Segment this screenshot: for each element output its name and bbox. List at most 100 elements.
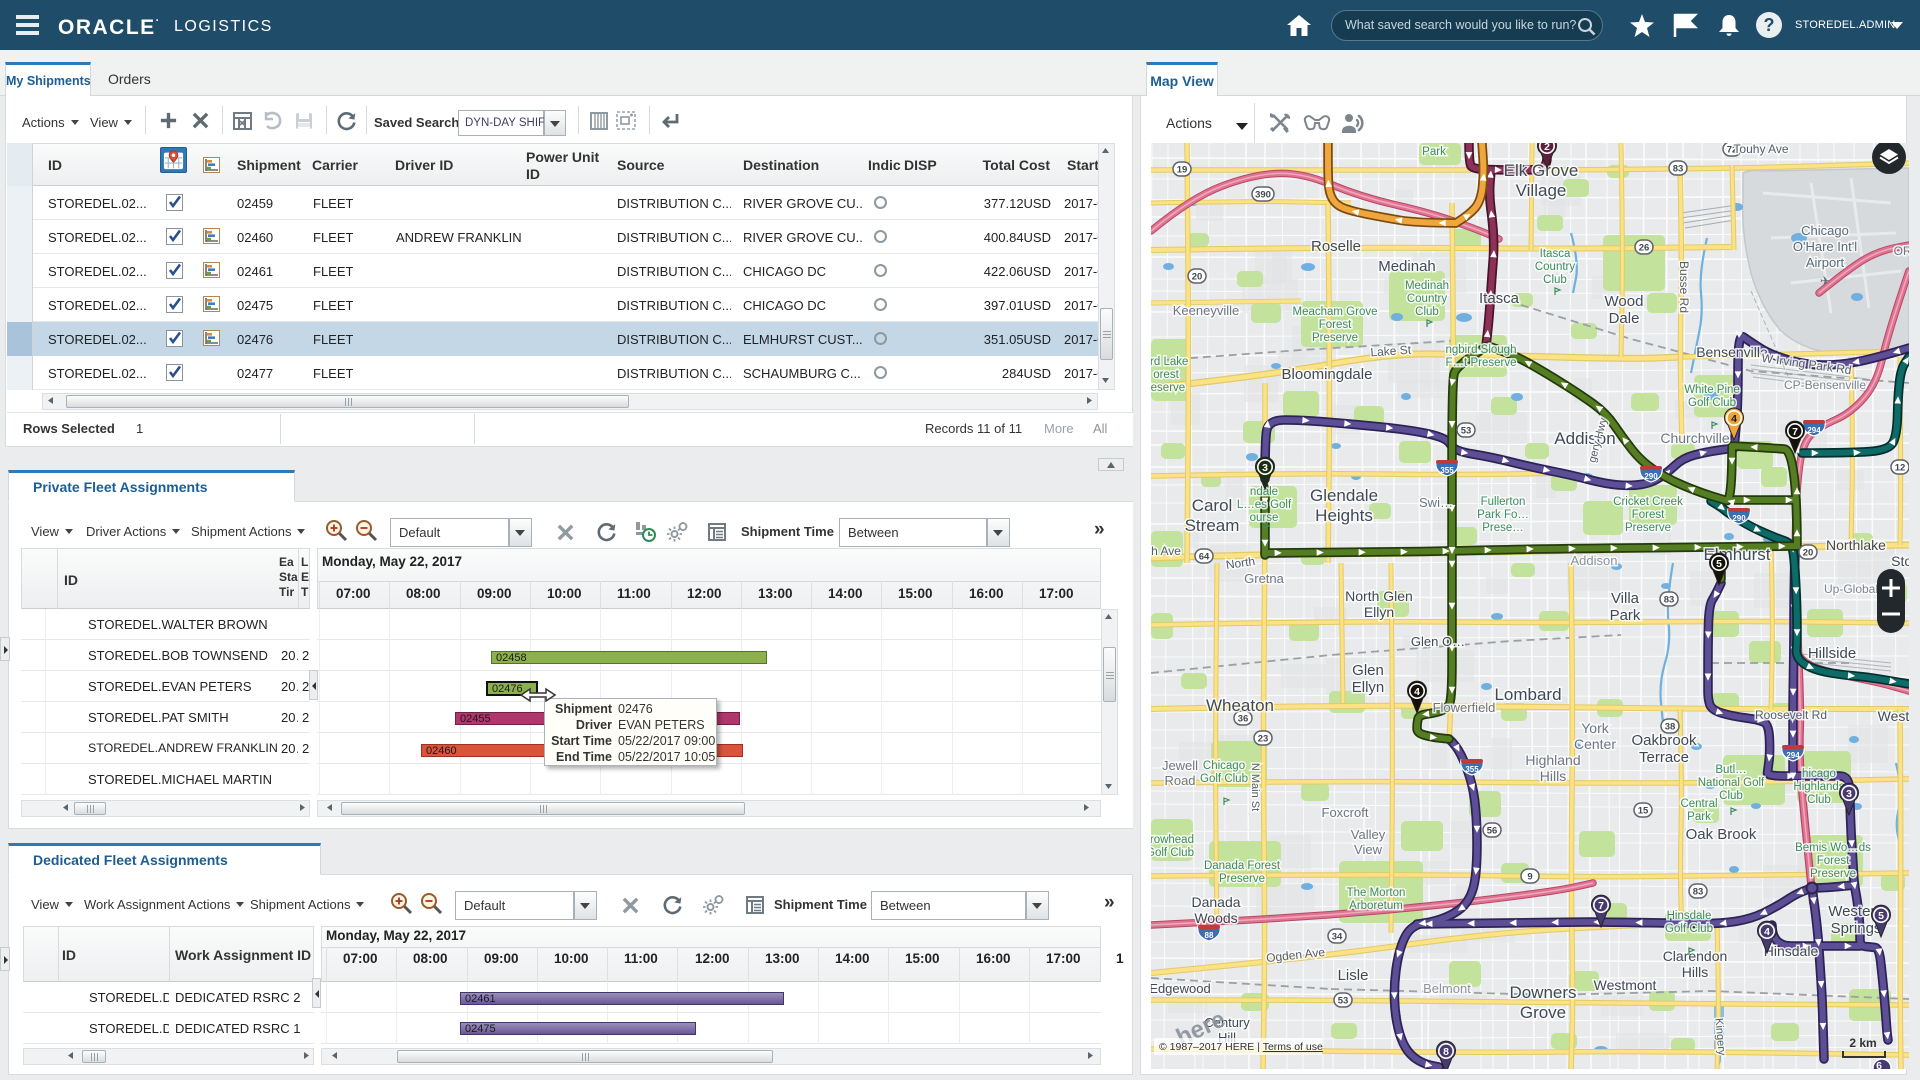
svg-text:Cricket Creek: Cricket Creek bbox=[1613, 496, 1683, 508]
svg-text:Park: Park bbox=[1422, 146, 1446, 158]
svg-text:Wheaton: Wheaton bbox=[1206, 696, 1274, 715]
svg-text:Park: Park bbox=[1687, 811, 1711, 823]
svg-text:4: 4 bbox=[1764, 926, 1770, 938]
svg-text:355: 355 bbox=[1465, 765, 1479, 774]
svg-text:Chicago: Chicago bbox=[1203, 760, 1245, 772]
svg-text:Ellyn: Ellyn bbox=[1352, 679, 1385, 696]
svg-text:Stream: Stream bbox=[1185, 516, 1240, 535]
svg-text:Busse Rd: Busse Rd bbox=[1677, 261, 1691, 313]
svg-text:Arboretum: Arboretum bbox=[1349, 900, 1403, 912]
svg-text:390: 390 bbox=[1255, 190, 1271, 201]
svg-text:Highlands: Highlands bbox=[1793, 781, 1844, 793]
svg-text:88: 88 bbox=[1205, 931, 1214, 940]
svg-text:Hills: Hills bbox=[1682, 964, 1708, 980]
svg-text:23: 23 bbox=[1258, 734, 1269, 745]
svg-text:12: 12 bbox=[1895, 463, 1906, 474]
svg-text:Club: Club bbox=[1807, 794, 1831, 806]
svg-text:19: 19 bbox=[1177, 165, 1188, 176]
svg-text:355: 355 bbox=[1440, 466, 1454, 475]
svg-text:L…es Golf: L…es Golf bbox=[1237, 499, 1292, 511]
svg-text:Grove: Grove bbox=[1520, 1003, 1566, 1022]
svg-text:Club: Club bbox=[1543, 274, 1567, 286]
svg-text:Bensenville: Bensenville bbox=[1696, 344, 1768, 360]
svg-text:53: 53 bbox=[1461, 426, 1472, 437]
svg-text:Preserve: Preserve bbox=[1312, 332, 1358, 344]
svg-text:orest: orest bbox=[1153, 369, 1179, 381]
svg-text:Village: Village bbox=[1516, 181, 1567, 200]
svg-text:Itasca: Itasca bbox=[1479, 290, 1520, 307]
svg-text:Preserve: Preserve bbox=[1625, 522, 1671, 534]
svg-text:8: 8 bbox=[1443, 1046, 1449, 1058]
svg-text:Roosevelt Rd: Roosevelt Rd bbox=[1755, 708, 1827, 722]
svg-text:National Golf: National Golf bbox=[1698, 777, 1765, 789]
svg-text:Terrace: Terrace bbox=[1639, 749, 1689, 766]
svg-text:294: 294 bbox=[1786, 751, 1800, 760]
svg-text:Valley: Valley bbox=[1351, 827, 1386, 842]
svg-text:Medinah: Medinah bbox=[1378, 258, 1436, 275]
svg-text:Butl…: Butl… bbox=[1715, 764, 1746, 776]
svg-text:Danada: Danada bbox=[1191, 894, 1240, 910]
svg-text:Glen O…: Glen O… bbox=[1411, 634, 1465, 649]
svg-text:Bemis Wo…ds: Bemis Wo…ds bbox=[1795, 842, 1871, 854]
svg-text:5: 5 bbox=[1878, 910, 1884, 922]
svg-text:Heights: Heights bbox=[1315, 506, 1373, 525]
svg-text:Swi…: Swi… bbox=[1419, 495, 1453, 510]
svg-text:Country: Country bbox=[1535, 261, 1576, 273]
svg-text:Golf Club: Golf Club bbox=[1665, 923, 1713, 935]
svg-text:h Ave: h Ave bbox=[1151, 544, 1181, 558]
svg-text:26: 26 bbox=[1639, 243, 1650, 254]
svg-text:Addison: Addison bbox=[1571, 553, 1618, 568]
svg-text:Chicago: Chicago bbox=[1801, 223, 1849, 238]
svg-text:Downers: Downers bbox=[1509, 983, 1576, 1002]
svg-text:Foxcroft: Foxcroft bbox=[1322, 805, 1369, 820]
svg-text:Airport: Airport bbox=[1806, 255, 1845, 270]
svg-text:Bloomingdale: Bloomingdale bbox=[1282, 366, 1373, 383]
svg-text:6: 6 bbox=[1876, 1060, 1882, 1069]
svg-text:Meacham Grove: Meacham Grove bbox=[1292, 306, 1377, 318]
svg-text:Up-Global: Up-Global bbox=[1824, 582, 1878, 596]
svg-text:Forest: Forest bbox=[1817, 855, 1850, 867]
svg-text:36: 36 bbox=[1238, 714, 1249, 725]
svg-text:Villa: Villa bbox=[1611, 590, 1640, 607]
svg-text:ORL: ORL bbox=[1894, 244, 1909, 258]
svg-text:Stor: Stor bbox=[1891, 553, 1909, 569]
svg-text:Glendale: Glendale bbox=[1310, 486, 1378, 505]
svg-text:Springs: Springs bbox=[1831, 920, 1882, 937]
svg-text:O'Hare Int'l: O'Hare Int'l bbox=[1793, 239, 1857, 254]
svg-text:Carol: Carol bbox=[1192, 496, 1233, 515]
svg-text:290: 290 bbox=[1732, 514, 1746, 523]
svg-text:290: 290 bbox=[1644, 472, 1658, 481]
svg-text:34: 34 bbox=[1332, 932, 1343, 943]
svg-text:56: 56 bbox=[1487, 826, 1498, 837]
svg-text:4: 4 bbox=[1414, 686, 1420, 698]
svg-text:Prese…: Prese… bbox=[1482, 522, 1524, 534]
svg-text:Forest: Forest bbox=[1319, 319, 1352, 331]
svg-text:ngbird Slough: ngbird Slough bbox=[1446, 344, 1517, 356]
svg-text:Churchville: Churchville bbox=[1660, 430, 1729, 446]
svg-text:Road: Road bbox=[1164, 773, 1195, 788]
svg-text:Danada Forest: Danada Forest bbox=[1204, 860, 1281, 872]
svg-text:Itasca: Itasca bbox=[1540, 248, 1571, 260]
svg-text:9: 9 bbox=[1527, 872, 1532, 883]
svg-text:Lisle: Lisle bbox=[1338, 967, 1369, 984]
svg-text:2 km: 2 km bbox=[1849, 1036, 1876, 1050]
svg-text:15: 15 bbox=[1638, 806, 1649, 817]
svg-text:Woods: Woods bbox=[1194, 910, 1237, 926]
svg-text:Westc…: Westc… bbox=[1878, 708, 1909, 724]
svg-text:Fullerton: Fullerton bbox=[1481, 496, 1526, 508]
svg-text:2: 2 bbox=[1544, 143, 1550, 153]
svg-text:Northlake: Northlake bbox=[1826, 537, 1886, 553]
svg-text:Lombard: Lombard bbox=[1494, 685, 1561, 704]
svg-text:Belmont: Belmont bbox=[1423, 981, 1471, 996]
svg-text:7: 7 bbox=[1598, 900, 1604, 912]
svg-text:Jewell: Jewell bbox=[1162, 758, 1198, 773]
svg-text:CP-Bensenville: CP-Bensenville bbox=[1784, 378, 1866, 392]
svg-text:N Main St: N Main St bbox=[1249, 763, 1261, 811]
svg-text:Clarendon: Clarendon bbox=[1663, 948, 1728, 964]
svg-text:Elk Grove: Elk Grove bbox=[1504, 161, 1579, 180]
svg-text:Forest: Forest bbox=[1632, 509, 1665, 521]
svg-text:York: York bbox=[1581, 720, 1610, 736]
svg-text:Golf Club: Golf Club bbox=[1688, 397, 1736, 409]
svg-text:White Pine: White Pine bbox=[1684, 384, 1740, 396]
svg-text:Flowerfield: Flowerfield bbox=[1433, 700, 1496, 715]
